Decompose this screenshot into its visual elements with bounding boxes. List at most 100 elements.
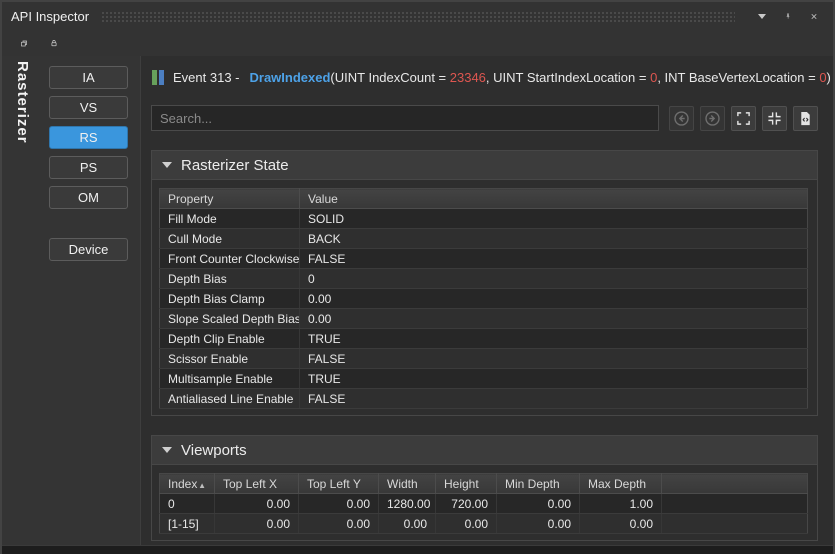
column-header-property[interactable]: Property: [160, 189, 300, 209]
back-button[interactable]: [669, 106, 694, 131]
column-header-empty: [662, 474, 808, 494]
viewports-section: Viewports Index▲Top Left XTop Left YWidt…: [151, 435, 818, 541]
table-cell: 0.00: [497, 494, 580, 514]
stage-button-ps[interactable]: PS: [49, 156, 128, 179]
export-document-icon: [798, 111, 813, 126]
export-document-button[interactable]: [793, 106, 818, 131]
pin-button[interactable]: [779, 7, 797, 25]
rasterizer-state-header[interactable]: Rasterizer State: [152, 151, 817, 180]
stage-button-om[interactable]: OM: [49, 186, 128, 209]
table-row[interactable]: [1-15]0.000.000.000.000.000.00: [160, 514, 808, 534]
table-cell: 0.00: [299, 494, 379, 514]
window-menu-button[interactable]: [753, 7, 771, 25]
rasterizer-state-title: Rasterizer State: [181, 157, 289, 174]
viewports-body: Index▲Top Left XTop Left YWidthHeightMin…: [152, 465, 817, 540]
drag-handle[interactable]: [101, 11, 735, 24]
table-cell: 1.00: [580, 494, 662, 514]
table-cell: 0: [300, 269, 808, 289]
forward-button[interactable]: [700, 106, 725, 131]
event-row: Event 313 - DrawIndexed(UINT IndexCount …: [151, 66, 818, 88]
table-cell: Depth Bias Clamp: [160, 289, 300, 309]
column-header-top-left-y[interactable]: Top Left Y: [299, 474, 379, 494]
event-call-line: DrawIndexed(UINT IndexCount = 23346, UIN…: [250, 70, 831, 85]
column-header-height[interactable]: Height: [436, 474, 497, 494]
table-cell: FALSE: [300, 349, 808, 369]
stage-button-rs[interactable]: RS: [49, 126, 128, 149]
pipeline-sidebar: Rasterizer IA VS RS PS OM Device: [2, 56, 141, 545]
close-button[interactable]: [805, 7, 823, 25]
stage-button-ia[interactable]: IA: [49, 66, 128, 89]
table-cell: 0.00: [497, 514, 580, 534]
event-arg-text: (UINT IndexCount =: [330, 70, 449, 85]
table-cell: 0: [160, 494, 215, 514]
table-cell: Depth Clip Enable: [160, 329, 300, 349]
viewports-table-body: 00.000.001280.00720.000.001.00[1-15]0.00…: [160, 494, 808, 534]
table-row[interactable]: 00.000.001280.00720.000.001.00: [160, 494, 808, 514]
collapse-chevron-icon: [162, 162, 172, 168]
table-cell: 0.00: [580, 514, 662, 534]
table-row[interactable]: Front Counter ClockwiseFALSE: [160, 249, 808, 269]
event-arg-text: ): [827, 70, 831, 85]
table-cell: Fill Mode: [160, 209, 300, 229]
panel-toolbar: [2, 30, 833, 56]
device-button[interactable]: Device: [49, 238, 128, 261]
table-cell: 0.00: [215, 494, 299, 514]
table-row[interactable]: Multisample EnableTRUE: [160, 369, 808, 389]
expand-all-icon: [736, 111, 751, 126]
sort-ascending-icon: ▲: [198, 481, 206, 490]
table-row[interactable]: Slope Scaled Depth Bias0.00: [160, 309, 808, 329]
column-header-min-depth[interactable]: Min Depth: [497, 474, 580, 494]
table-cell: Scissor Enable: [160, 349, 300, 369]
column-header-index[interactable]: Index▲: [160, 474, 215, 494]
float-panel-icon: [20, 35, 28, 52]
column-header-top-left-x[interactable]: Top Left X: [215, 474, 299, 494]
viewports-header[interactable]: Viewports: [152, 436, 817, 465]
float-panel-button[interactable]: [14, 33, 34, 53]
chevron-down-icon: [758, 14, 766, 19]
event-call-name: DrawIndexed: [250, 70, 331, 85]
table-cell: Depth Bias: [160, 269, 300, 289]
table-row[interactable]: Scissor EnableFALSE: [160, 349, 808, 369]
table-cell: Front Counter Clockwise: [160, 249, 300, 269]
table-cell: TRUE: [300, 329, 808, 349]
viewports-title: Viewports: [181, 442, 247, 459]
table-cell: 0.00: [299, 514, 379, 534]
column-header-max-depth[interactable]: Max Depth: [580, 474, 662, 494]
viewports-table: Index▲Top Left XTop Left YWidthHeightMin…: [159, 473, 808, 534]
table-cell: [662, 494, 808, 514]
table-row[interactable]: Depth Bias0: [160, 269, 808, 289]
main-content: Event 313 - DrawIndexed(UINT IndexCount …: [141, 56, 833, 545]
event-label: Event 313 -: [173, 70, 240, 85]
event-arg-value: 23346: [450, 70, 486, 85]
table-cell: [662, 514, 808, 534]
table-row[interactable]: Fill ModeSOLID: [160, 209, 808, 229]
table-cell: 0.00: [300, 289, 808, 309]
column-header-value[interactable]: Value: [300, 189, 808, 209]
stage-button-vs[interactable]: VS: [49, 96, 128, 119]
rasterizer-state-header-row: PropertyValue: [160, 189, 808, 209]
table-cell: Cull Mode: [160, 229, 300, 249]
viewports-header-row: Index▲Top Left XTop Left YWidthHeightMin…: [160, 474, 808, 494]
table-cell: TRUE: [300, 369, 808, 389]
table-row[interactable]: Depth Clip EnableTRUE: [160, 329, 808, 349]
column-header-width[interactable]: Width: [379, 474, 436, 494]
table-cell: Multisample Enable: [160, 369, 300, 389]
table-row[interactable]: Cull ModeBACK: [160, 229, 808, 249]
close-icon: [811, 11, 817, 22]
lock-button[interactable]: [44, 33, 64, 53]
table-cell: Antialiased Line Enable: [160, 389, 300, 409]
drawcall-marker-icon: [152, 70, 164, 85]
stage-vertical-label: Rasterizer: [14, 61, 31, 144]
search-input[interactable]: [151, 105, 659, 131]
lock-icon: [50, 35, 58, 51]
expand-all-button[interactable]: [731, 106, 756, 131]
collapse-all-button[interactable]: [762, 106, 787, 131]
titlebar: API Inspector: [2, 2, 833, 30]
rasterizer-state-table-body: Fill ModeSOLIDCull ModeBACKFront Counter…: [160, 209, 808, 409]
table-row[interactable]: Depth Bias Clamp0.00: [160, 289, 808, 309]
table-row[interactable]: Antialiased Line EnableFALSE: [160, 389, 808, 409]
event-arg-text: , UINT StartIndexLocation =: [486, 70, 650, 85]
collapse-all-icon: [767, 111, 782, 126]
window-bottom-frame: [2, 545, 833, 554]
table-cell: 1280.00: [379, 494, 436, 514]
